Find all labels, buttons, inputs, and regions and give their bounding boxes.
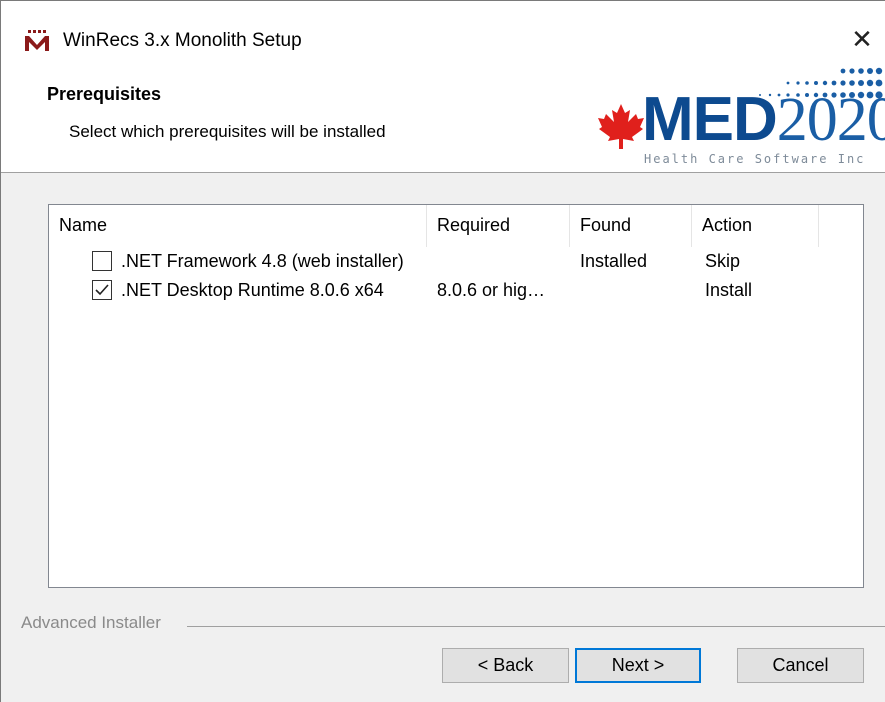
prerequisite-action: Skip <box>705 251 741 271</box>
app-logo-icon <box>24 30 50 52</box>
setup-window: WinRecs 3.x Monolith Setup ✕ Prerequisit… <box>0 0 885 702</box>
window-title: WinRecs 3.x Monolith Setup <box>63 30 302 51</box>
prerequisite-checkbox[interactable] <box>92 280 112 300</box>
maple-leaf-icon <box>598 104 644 149</box>
column-header-name[interactable]: Name <box>49 205 427 247</box>
column-header-required[interactable]: Required <box>427 205 570 247</box>
header-banner: Prerequisites Select which prerequisites… <box>1 67 885 173</box>
footer-divider <box>187 626 885 627</box>
prerequisite-name: .NET Desktop Runtime 8.0.6 x64 <box>121 280 384 300</box>
page-subtitle: Select which prerequisites will be insta… <box>69 122 386 141</box>
close-button[interactable]: ✕ <box>844 21 880 57</box>
logo-wordmark: MED2020 <box>642 84 885 156</box>
logo-number-text: 2020 <box>776 86 885 154</box>
prerequisite-checkbox[interactable] <box>92 251 112 271</box>
column-header-action[interactable]: Action <box>692 205 819 247</box>
table-row[interactable]: .NET Desktop Runtime 8.0.6 x64 8.0.6 or … <box>49 277 863 306</box>
page-title: Prerequisites <box>47 84 162 104</box>
next-button[interactable]: Next > <box>575 648 701 683</box>
prerequisite-name: .NET Framework 4.8 (web installer) <box>121 251 404 271</box>
company-logo: MED2020 Health Care Software Inc <box>598 63 885 173</box>
prerequisites-list[interactable]: Name Required Found Action .NET Framewor… <box>48 204 864 588</box>
prerequisite-required: 8.0.6 or hig… <box>437 280 546 300</box>
logo-med-text: MED <box>642 85 778 154</box>
back-button[interactable]: < Back <box>442 648 569 683</box>
column-header-found[interactable]: Found <box>570 205 692 247</box>
checkmark-icon <box>95 284 109 296</box>
prerequisite-found: Installed <box>580 251 648 271</box>
cancel-button[interactable]: Cancel <box>737 648 864 683</box>
table-row[interactable]: .NET Framework 4.8 (web installer) Insta… <box>49 248 863 277</box>
prerequisite-action: Install <box>705 280 753 300</box>
installer-branding: Advanced Installer <box>21 613 161 632</box>
logo-tagline: Health Care Software Inc <box>644 152 866 166</box>
